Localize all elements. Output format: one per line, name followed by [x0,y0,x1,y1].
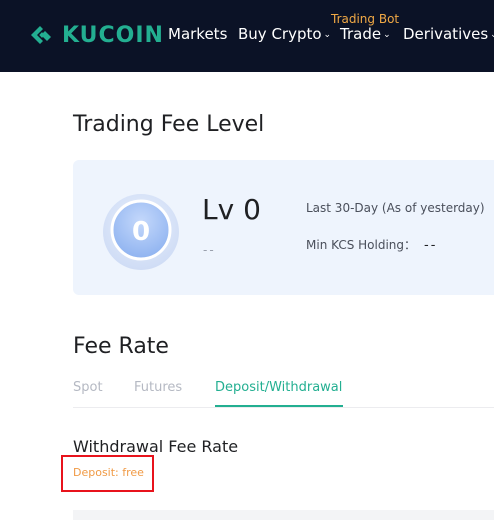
fee-rate-title: Fee Rate [73,334,169,359]
top-navigation-bar: KUCOIN Markets Buy Crypto ⌄ Trading Bot T… [0,0,494,72]
chevron-down-icon: ⌄ [383,30,391,40]
trading-fee-level-title: Trading Fee Level [73,112,265,137]
min-kcs-label: Min KCS Holding： [306,238,417,252]
withdrawal-fee-rate-title: Withdrawal Fee Rate [73,437,239,456]
badge-value: 0 [132,217,150,247]
nav-markets[interactable]: Markets [168,25,227,43]
fee-rate-tabs: Spot Futures Deposit/Withdrawal [73,378,494,408]
tab-deposit-withdrawal[interactable]: Deposit/Withdrawal [215,380,342,395]
active-tab-indicator [215,405,343,407]
nav-buy-crypto-label: Buy Crypto [238,25,322,43]
tab-spot[interactable]: Spot [73,380,103,395]
fee-table-header [73,510,494,520]
nav-trade-label: Trade [340,25,382,43]
tab-futures[interactable]: Futures [134,380,182,395]
level-label: Lv 0 [202,193,261,226]
highlight-annotation-box [61,455,154,492]
chevron-down-icon: ⌄ [490,30,494,40]
logo-text: KUCOIN [62,22,164,48]
kucoin-logo[interactable]: KUCOIN [28,22,164,48]
nav-derivatives[interactable]: Derivatives ⌄ [403,25,494,43]
min-kcs-value: -- [424,238,438,253]
level-badge-icon: 0 [103,194,179,270]
kucoin-logo-icon [31,26,51,44]
nav-trade[interactable]: Trade ⌄ [340,25,391,43]
trading-bot-badge[interactable]: Trading Bot [331,12,399,26]
nav-buy-crypto[interactable]: Buy Crypto ⌄ [238,25,331,43]
chevron-down-icon: ⌄ [323,30,332,40]
last-30-day-label: Last 30-Day (As of yesterday) [306,201,485,215]
level-sub-value: -- [203,243,216,257]
min-kcs-holding: Min KCS Holding： -- [306,236,437,253]
nav-derivatives-label: Derivatives [403,25,489,43]
